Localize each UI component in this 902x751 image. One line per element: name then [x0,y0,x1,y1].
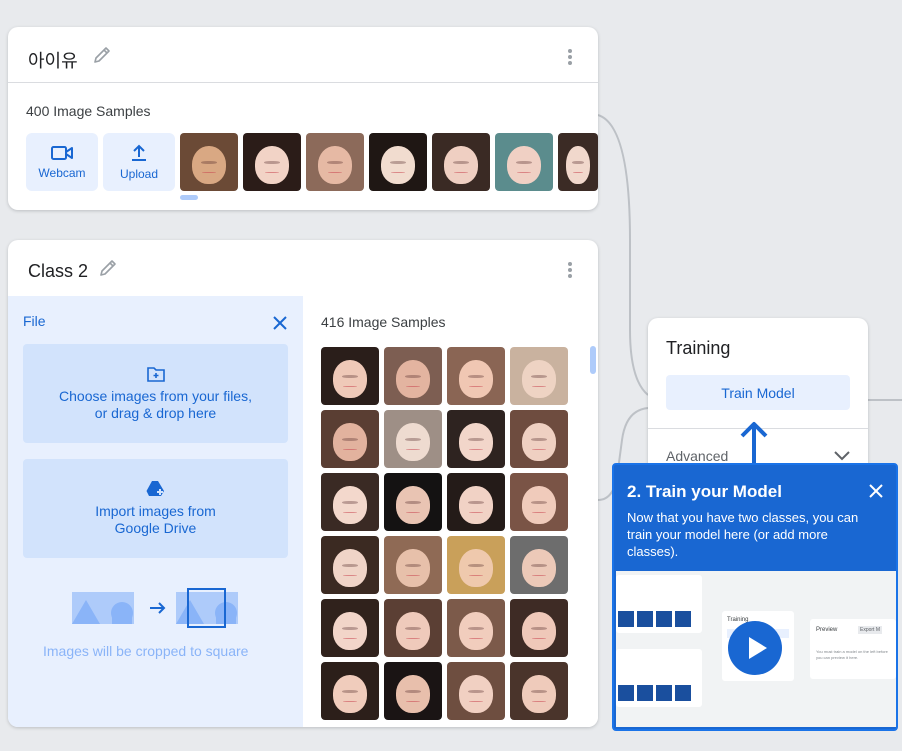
sample-thumbnail[interactable] [447,410,505,468]
choose-files-line2: or drag & drop here [94,404,217,421]
sample-thumbnail[interactable] [432,133,490,191]
choose-files-dropzone[interactable]: Choose images from your files, or drag &… [23,344,288,443]
upload-label: Upload [119,167,159,181]
class-card-1: 아이유 400 Image Samples Webcam Upload [8,27,598,210]
sample-thumbnail[interactable] [180,133,238,191]
class-header: Class 2 [8,240,598,297]
chevron-down-icon [834,451,850,461]
sample-thumbnail[interactable] [321,410,379,468]
train-model-button[interactable]: Train Model [666,375,850,410]
sample-thumbnail[interactable] [510,473,568,531]
sample-thumbnail[interactable] [321,536,379,594]
sample-thumbnail[interactable] [510,347,568,405]
sample-thumbnail[interactable] [447,347,505,405]
sample-thumbnail[interactable] [321,662,379,720]
upload-button[interactable]: Upload [103,133,175,191]
sample-thumbnail[interactable] [447,536,505,594]
sample-thumbnail[interactable] [321,599,379,657]
import-line1: Import images from [95,503,216,519]
sample-thumbnail[interactable] [306,133,364,191]
play-button[interactable] [728,621,782,675]
close-icon[interactable] [273,316,287,330]
samples-grid [321,347,573,723]
sample-thumbnail[interactable] [495,133,553,191]
webcam-button[interactable]: Webcam [26,133,98,191]
vertical-scrollbar[interactable] [590,346,596,374]
close-icon[interactable] [868,483,884,499]
sample-thumbnail[interactable] [510,410,568,468]
play-icon [749,637,767,659]
sample-thumbnail[interactable] [447,473,505,531]
sample-thumbnail[interactable] [447,662,505,720]
video-camera-icon [51,146,73,160]
sample-thumbnail[interactable] [510,599,568,657]
google-drive-import[interactable]: Import images from Google Drive [23,459,288,558]
training-title: Training [666,338,731,358]
samples-count: 416 Image Samples [321,314,446,330]
file-upload-panel: File Choose images from your files, or d… [8,296,303,727]
crop-illustration [72,588,238,628]
tooltip-body: Now that you have two classes, you can t… [627,510,859,559]
sample-thumbnail[interactable] [447,599,505,657]
pencil-icon[interactable] [92,45,112,65]
sample-thumbnail[interactable] [243,133,301,191]
sample-thumbnail[interactable] [384,599,442,657]
sample-thumbnail[interactable] [384,536,442,594]
train-model-label: Train Model [721,384,795,401]
sample-thumbnail[interactable] [510,662,568,720]
class-title[interactable]: 아이유 [28,47,78,73]
horizontal-scrollbar[interactable] [180,195,198,200]
google-drive-add-icon [146,481,164,496]
sample-thumbnail[interactable] [384,410,442,468]
folder-add-icon [146,366,165,382]
sample-thumbnail[interactable] [321,473,379,531]
video-preview-card: Preview Export M You must train a model … [810,619,896,679]
choose-files-line1: Choose images from your files, [59,387,252,404]
tutorial-video[interactable]: Training Preview Export M You must train… [616,571,896,727]
sample-thumbnail[interactable] [321,347,379,405]
sample-thumbnail[interactable] [384,473,442,531]
webcam-label: Webcam [38,166,86,180]
pencil-icon[interactable] [98,258,118,278]
class-title[interactable]: Class 2 [28,261,88,282]
import-line2: Google Drive [114,520,197,536]
sample-thumbnail[interactable] [510,536,568,594]
video-class-card [616,649,702,707]
video-preview-label: Preview [816,627,838,633]
sample-thumbnail[interactable] [384,662,442,720]
sample-thumbnail[interactable] [369,133,427,191]
advanced-label: Advanced [666,448,729,464]
class-options-menu-icon[interactable] [566,49,574,67]
crop-note: Images will be cropped to square [43,643,249,659]
onboarding-tooltip: 2. Train your Model Now that you have tw… [612,463,898,731]
video-class-card [616,575,702,633]
file-panel-title: File [23,313,46,329]
class-card-2: Class 2 File Choose images from your fil… [8,240,598,727]
samples-count: 400 Image Samples [26,103,151,119]
upload-icon [132,144,146,161]
video-preview-note: You must train a model on the left befor… [816,649,888,660]
sample-thumbnail[interactable] [558,133,598,191]
samples-panel: 416 Image Samples [303,296,598,727]
class-options-menu-icon[interactable] [566,262,574,280]
arrow-up-icon [740,422,768,465]
class-header: 아이유 [8,27,598,83]
sample-thumbnail[interactable] [384,347,442,405]
video-export-label: Export M [858,626,883,634]
tooltip-title: 2. Train your Model [627,482,782,501]
